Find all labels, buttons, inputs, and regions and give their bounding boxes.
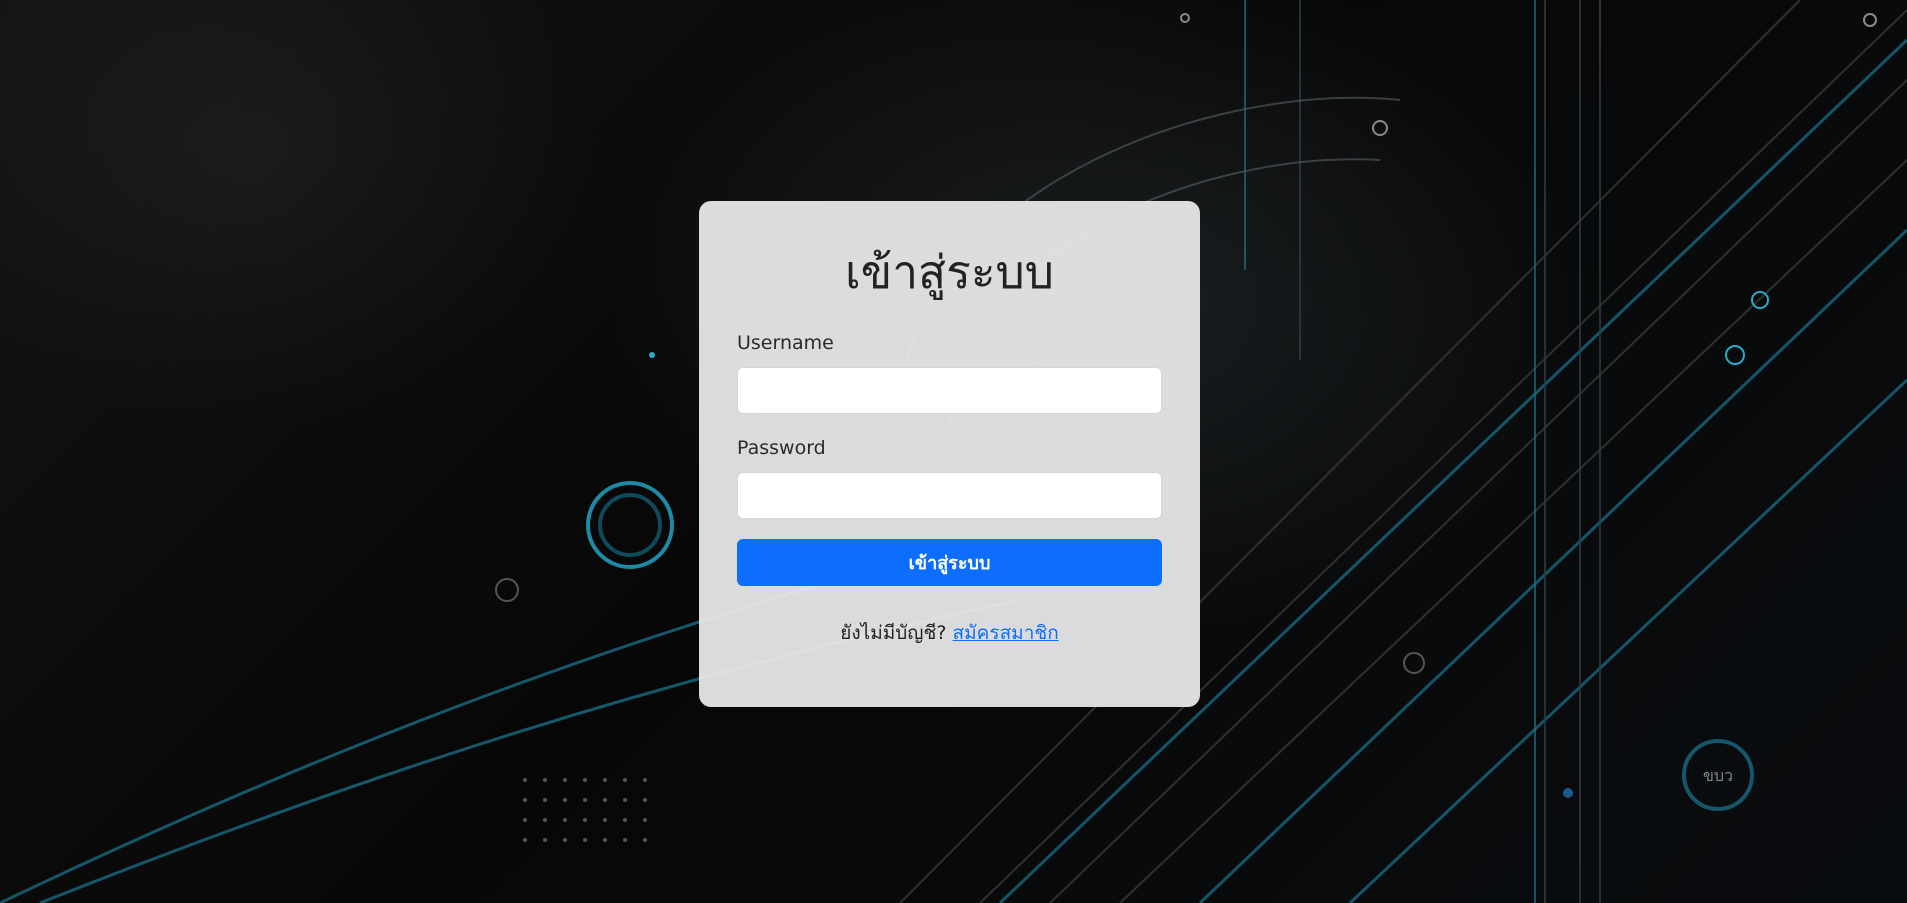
background-badge-text: ขบว bbox=[1703, 766, 1733, 785]
username-label: Username bbox=[737, 332, 834, 354]
password-label: Password bbox=[737, 437, 826, 459]
username-input[interactable] bbox=[737, 367, 1162, 414]
register-link[interactable]: สมัครสมาชิก bbox=[953, 622, 1059, 644]
login-card: เข้าสู่ระบบ Username Password เข้าสู่ระบ… bbox=[699, 201, 1200, 707]
page-title: เข้าสู่ระบบ bbox=[845, 245, 1054, 299]
password-input[interactable] bbox=[737, 472, 1162, 519]
no-account-text: ยังไม่มีบัญชี? bbox=[840, 622, 947, 644]
login-button[interactable]: เข้าสู่ระบบ bbox=[737, 539, 1162, 586]
register-prompt: ยังไม่มีบัญชี? สมัครสมาชิก bbox=[737, 618, 1162, 648]
